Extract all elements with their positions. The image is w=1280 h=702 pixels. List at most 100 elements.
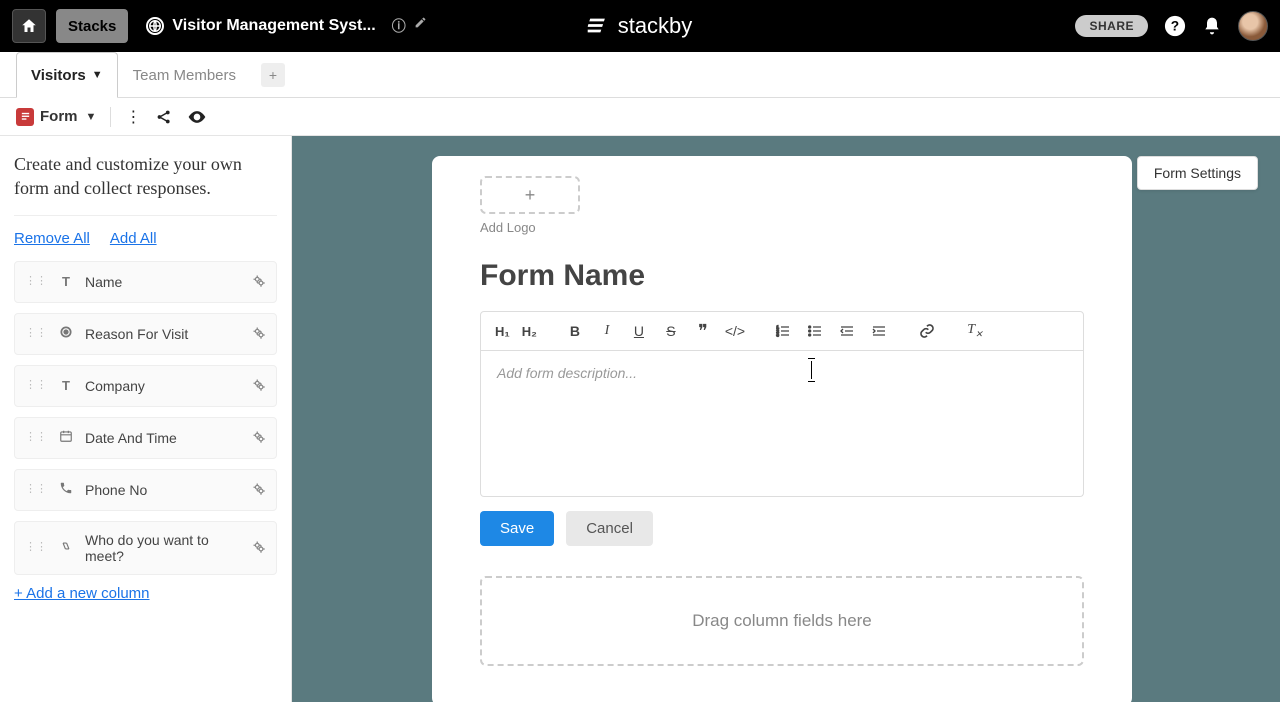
brand-icon — [588, 15, 610, 37]
form-card: + Add Logo Form Name H₁ H₂ B I U S ❞ </>… — [432, 156, 1132, 702]
field-settings-button[interactable] — [251, 377, 266, 395]
help-icon: ? — [1164, 15, 1186, 37]
info-icon[interactable]: ⓘ — [392, 16, 406, 36]
h2-button[interactable]: H₂ — [518, 317, 541, 345]
date-type-icon — [57, 429, 75, 446]
field-item-date[interactable]: ⋮⋮ Date And Time — [14, 417, 277, 459]
field-label: Reason For Visit — [85, 326, 251, 342]
view-toolbar: Form ▼ ⋮ — [0, 98, 1280, 136]
tab-label: Team Members — [133, 67, 236, 84]
field-item-name[interactable]: ⋮⋮ T Name — [14, 261, 277, 303]
h1-button[interactable]: H₁ — [491, 317, 514, 345]
quote-icon: ❞ — [698, 321, 708, 342]
save-label: Save — [500, 520, 534, 537]
bold-button[interactable]: B — [561, 317, 589, 345]
strike-button[interactable]: S — [657, 317, 685, 345]
field-item-reason[interactable]: ⋮⋮ Reason For Visit — [14, 313, 277, 355]
field-label: Phone No — [85, 482, 251, 498]
field-item-company[interactable]: ⋮⋮ T Company — [14, 365, 277, 407]
field-label: Who do you want to meet? — [85, 532, 251, 564]
code-icon: </> — [725, 323, 745, 339]
cancel-button[interactable]: Cancel — [566, 511, 653, 546]
share-view-button[interactable] — [155, 108, 173, 126]
field-settings-button[interactable] — [251, 539, 266, 557]
add-table-button[interactable]: + — [261, 63, 285, 87]
indent-button[interactable] — [865, 317, 893, 345]
globe-icon — [146, 17, 164, 35]
field-item-meet[interactable]: ⋮⋮ Who do you want to meet? — [14, 521, 277, 575]
edit-icon[interactable] — [414, 16, 427, 36]
drag-handle-icon[interactable]: ⋮⋮ — [25, 486, 47, 494]
editor-buttons: Save Cancel — [480, 511, 1084, 546]
add-logo-button[interactable]: + — [480, 176, 580, 214]
link-icon — [919, 323, 935, 339]
add-all-link[interactable]: Add All — [110, 230, 157, 247]
view-switcher[interactable]: Form ▼ — [16, 108, 96, 126]
link-type-icon — [57, 539, 75, 556]
text-type-icon: T — [57, 274, 75, 289]
top-bar: Stacks Visitor Management Syst... ⓘ stac… — [0, 0, 1280, 52]
drag-handle-icon[interactable]: ⋮⋮ — [25, 330, 47, 338]
tab-team-members[interactable]: Team Members — [118, 52, 251, 97]
workspace-title: Visitor Management Syst... — [172, 17, 375, 35]
divider — [110, 107, 111, 127]
form-sidebar: Create and customize your own form and c… — [0, 136, 292, 702]
drag-handle-icon[interactable]: ⋮⋮ — [25, 382, 47, 390]
form-settings-button[interactable]: Form Settings — [1137, 156, 1258, 190]
field-item-phone[interactable]: ⋮⋮ Phone No — [14, 469, 277, 511]
link-button[interactable] — [913, 317, 941, 345]
sidebar-description: Create and customize your own form and c… — [14, 152, 277, 201]
description-placeholder: Add form description... — [497, 365, 637, 381]
quote-button[interactable]: ❞ — [689, 317, 717, 345]
underline-button[interactable]: U — [625, 317, 653, 345]
preview-button[interactable] — [187, 107, 207, 127]
code-button[interactable]: </> — [721, 317, 749, 345]
drag-handle-icon[interactable]: ⋮⋮ — [25, 278, 47, 286]
add-column-link[interactable]: + Add a new column — [14, 585, 150, 602]
share-button[interactable]: SHARE — [1075, 15, 1148, 37]
unordered-list-button[interactable] — [801, 317, 829, 345]
save-button[interactable]: Save — [480, 511, 554, 546]
outdent-button[interactable] — [833, 317, 861, 345]
form-title[interactable]: Form Name — [480, 259, 1084, 293]
field-drop-zone[interactable]: Drag column fields here — [480, 576, 1084, 666]
form-settings-label: Form Settings — [1154, 165, 1241, 181]
add-logo-label: Add Logo — [480, 220, 1084, 235]
strike-icon: S — [666, 323, 675, 339]
gear-icon — [251, 481, 266, 496]
phone-type-icon — [57, 481, 75, 498]
view-options-button[interactable]: ⋮ — [125, 107, 141, 127]
field-settings-button[interactable] — [251, 273, 266, 291]
eye-icon — [187, 107, 207, 127]
gear-icon — [251, 539, 266, 554]
description-editor[interactable]: Add form description... — [480, 351, 1084, 497]
user-avatar[interactable] — [1238, 11, 1268, 41]
italic-button[interactable]: I — [593, 317, 621, 345]
share-icon — [155, 108, 173, 126]
stacks-button[interactable]: Stacks — [56, 9, 128, 43]
field-settings-button[interactable] — [251, 481, 266, 499]
underline-icon: U — [634, 323, 644, 339]
text-cursor-icon — [811, 361, 812, 379]
plus-icon: + — [269, 67, 277, 83]
drag-handle-icon[interactable]: ⋮⋮ — [25, 544, 47, 552]
unordered-list-icon — [807, 323, 823, 339]
home-icon — [20, 17, 38, 35]
plus-icon: + — [525, 185, 536, 206]
sidebar-actions: Remove All Add All — [14, 230, 277, 247]
notifications-button[interactable] — [1202, 16, 1222, 36]
workspace-name[interactable]: Visitor Management Syst... ⓘ — [146, 16, 426, 36]
table-tabs: Visitors ▼ Team Members + — [0, 52, 1280, 98]
ordered-list-button[interactable]: 123 — [769, 317, 797, 345]
field-label: Date And Time — [85, 430, 251, 446]
field-settings-button[interactable] — [251, 429, 266, 447]
clear-format-button[interactable]: T✕ — [961, 317, 989, 345]
home-button[interactable] — [12, 9, 46, 43]
cancel-label: Cancel — [586, 520, 633, 537]
indent-icon — [871, 323, 887, 339]
help-button[interactable]: ? — [1164, 15, 1186, 37]
field-settings-button[interactable] — [251, 325, 266, 343]
tab-visitors[interactable]: Visitors ▼ — [16, 52, 118, 98]
drag-handle-icon[interactable]: ⋮⋮ — [25, 434, 47, 442]
remove-all-link[interactable]: Remove All — [14, 230, 90, 247]
